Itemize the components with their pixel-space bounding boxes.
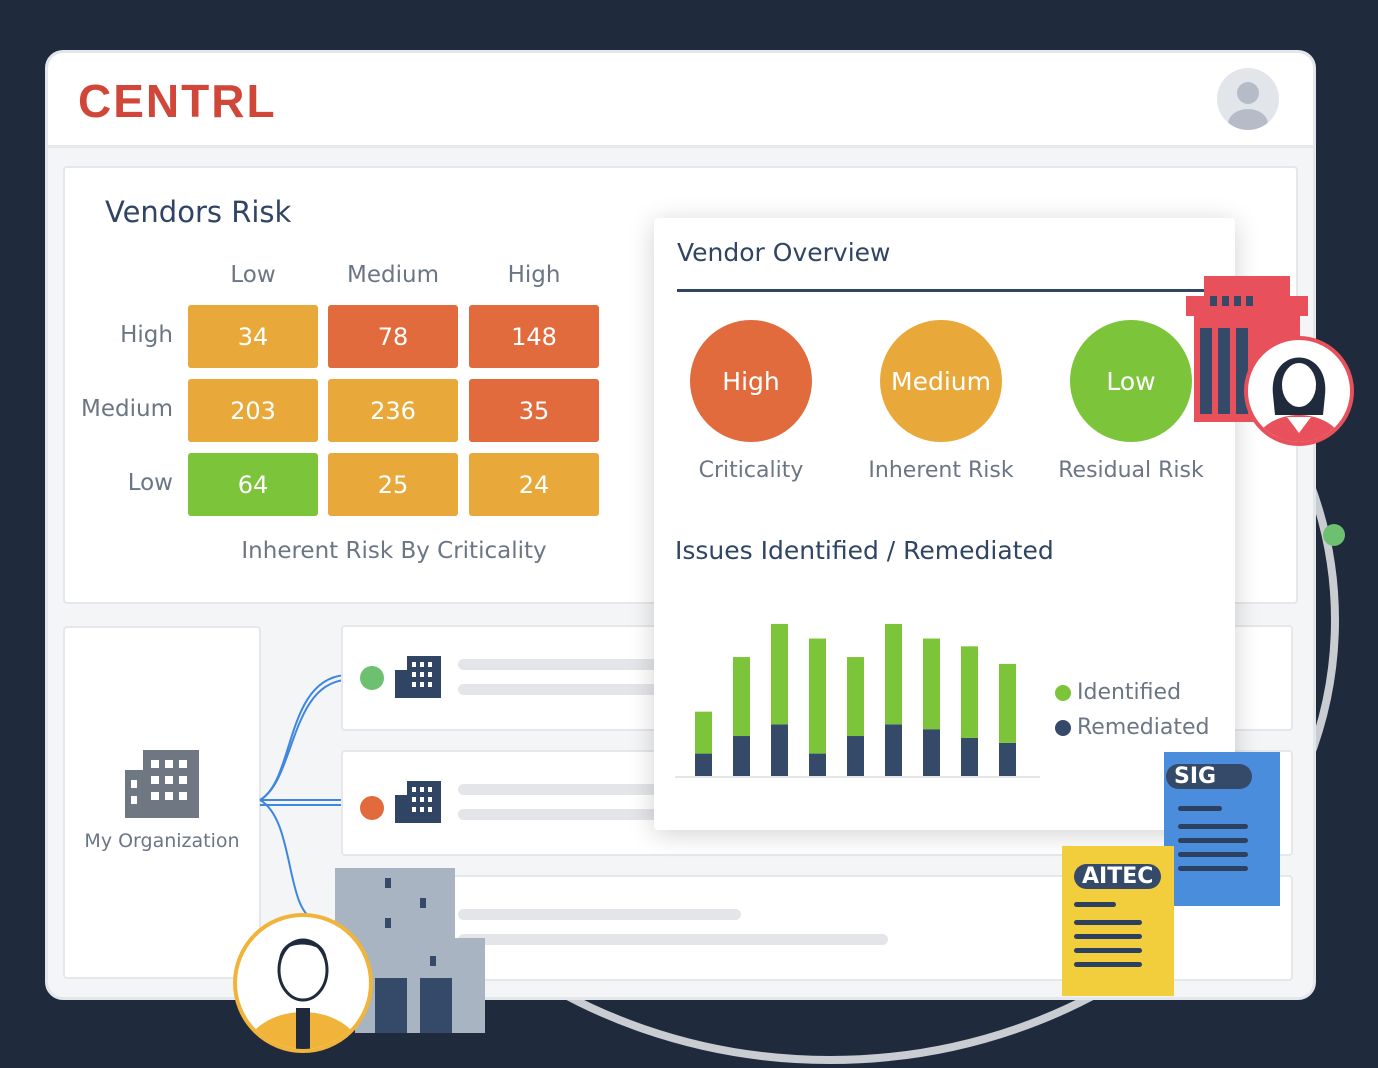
column-header: High bbox=[507, 262, 561, 288]
centrl-logo: CENTRL bbox=[78, 75, 277, 127]
row-header: Medium bbox=[81, 396, 173, 422]
placeholder-line bbox=[458, 659, 658, 670]
sig-tag: SIG bbox=[1166, 764, 1252, 789]
inherent-risk-label: Inherent Risk bbox=[868, 458, 1014, 483]
bar-remediated bbox=[771, 724, 788, 776]
status-dot bbox=[360, 796, 384, 820]
heatmap-cell[interactable]: 34 bbox=[188, 305, 318, 368]
placeholder-line bbox=[458, 809, 658, 820]
aitec-document[interactable]: AITEC bbox=[1062, 846, 1174, 996]
user-icon bbox=[1228, 82, 1268, 130]
heatmap-cell[interactable]: 78 bbox=[328, 305, 458, 368]
bar-identified bbox=[961, 646, 978, 738]
heatmap-cell[interactable]: 24 bbox=[469, 453, 599, 516]
bar-remediated bbox=[885, 724, 902, 776]
vendor-building-icon bbox=[395, 781, 441, 823]
bar-remediated bbox=[999, 742, 1016, 776]
row-header: High bbox=[120, 322, 173, 348]
inherent-risk-badge: Medium bbox=[880, 320, 1002, 442]
heatmap-cell[interactable]: 236 bbox=[328, 379, 458, 442]
bar-identified bbox=[695, 711, 712, 754]
vendor-overview-title: Vendor Overview bbox=[677, 238, 891, 267]
bar-identified bbox=[771, 623, 788, 725]
legend-identified: Identified bbox=[1055, 680, 1181, 705]
bar-identified bbox=[733, 657, 750, 737]
sig-document[interactable]: SIG bbox=[1164, 752, 1280, 906]
heatmap-cell[interactable]: 148 bbox=[469, 305, 599, 368]
bar-remediated bbox=[695, 753, 712, 776]
column-header: Low bbox=[230, 262, 276, 288]
criticality-badge: High bbox=[690, 320, 812, 442]
bar-remediated bbox=[923, 729, 940, 776]
column-header: Medium bbox=[347, 262, 439, 288]
bar-remediated bbox=[847, 736, 864, 776]
status-dot bbox=[360, 666, 384, 690]
legend-swatch bbox=[1055, 684, 1071, 701]
heatmap-caption: Inherent Risk By Criticality bbox=[241, 538, 547, 564]
issues-chart-title: Issues Identified / Remediated bbox=[675, 536, 1054, 565]
person-avatar-male bbox=[233, 913, 373, 1053]
placeholder-line bbox=[458, 784, 658, 795]
legend-swatch bbox=[1055, 719, 1071, 736]
residual-risk-badge: Low bbox=[1070, 320, 1192, 442]
heatmap-cell[interactable]: 35 bbox=[469, 379, 599, 442]
heatmap-cell[interactable]: 203 bbox=[188, 379, 318, 442]
placeholder-line bbox=[458, 934, 888, 945]
bar-identified bbox=[885, 623, 902, 725]
title-divider bbox=[677, 289, 1207, 292]
legend-label: Remediated bbox=[1077, 715, 1210, 740]
legend-label: Identified bbox=[1077, 680, 1182, 705]
heatmap-cell[interactable]: 25 bbox=[328, 453, 458, 516]
issues-bar-chart bbox=[675, 623, 1040, 778]
ring-dot bbox=[1323, 524, 1345, 546]
bar-identified bbox=[809, 638, 826, 754]
placeholder-line bbox=[458, 909, 741, 920]
bar-remediated bbox=[961, 737, 978, 776]
vendor-building-icon bbox=[395, 656, 441, 698]
residual-risk-label: Residual Risk bbox=[1058, 458, 1204, 483]
aitec-tag: AITEC bbox=[1074, 864, 1162, 889]
building-icon bbox=[125, 750, 199, 818]
person-avatar-female bbox=[1244, 336, 1354, 446]
user-avatar[interactable] bbox=[1217, 68, 1279, 130]
criticality-label: Criticality bbox=[698, 458, 804, 483]
bar-identified bbox=[923, 638, 940, 730]
legend-remediated: Remediated bbox=[1055, 715, 1209, 740]
bar-identified bbox=[847, 657, 864, 737]
my-organization-label: My Organization bbox=[84, 830, 240, 852]
bar-identified bbox=[999, 663, 1016, 743]
heatmap-cell[interactable]: 64 bbox=[188, 453, 318, 516]
placeholder-line bbox=[458, 684, 658, 695]
bar-remediated bbox=[733, 736, 750, 776]
row-header: Low bbox=[127, 470, 173, 496]
bar-remediated bbox=[809, 753, 826, 776]
vendors-risk-title: Vendors Risk bbox=[105, 195, 292, 229]
